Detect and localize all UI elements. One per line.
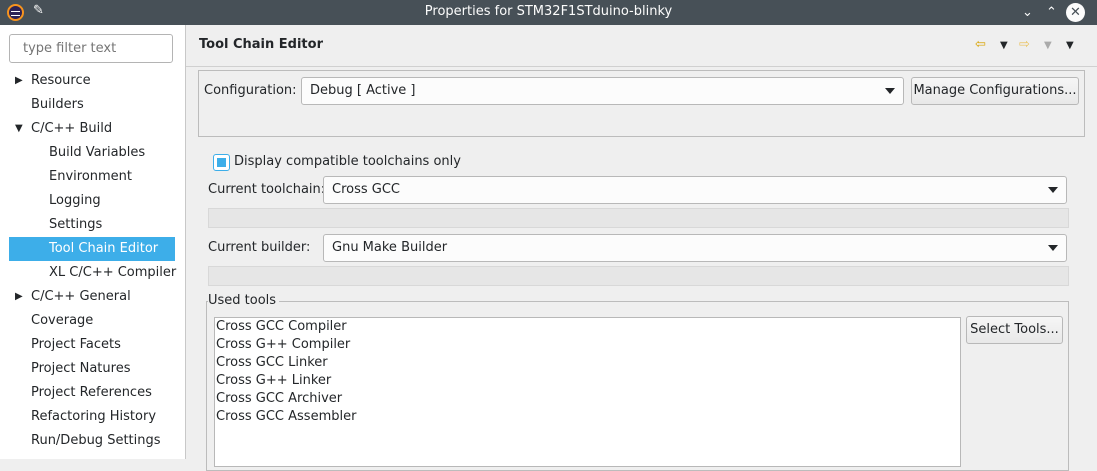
close-button[interactable]: ✕	[1066, 3, 1085, 22]
tree-item-logging[interactable]: Logging	[0, 189, 185, 213]
maximize-button[interactable]: ⌃	[1042, 3, 1061, 22]
expand-arrow-icon[interactable]: ▶	[15, 69, 23, 93]
tree-item-environment[interactable]: Environment	[0, 165, 185, 189]
tree-item-label: Run/Debug Settings	[31, 433, 161, 448]
tree-item-resource[interactable]: ▶ Resource	[0, 69, 185, 93]
current-builder-value: Gnu Make Builder	[332, 240, 448, 255]
list-item[interactable]: Cross GCC Compiler	[215, 318, 960, 336]
title-bar: ✎ Properties for STM32F1STduino-blinky ⌄…	[0, 0, 1097, 25]
toolchain-message-bar	[208, 208, 1069, 228]
tree-item-project-references[interactable]: Project References	[0, 381, 185, 405]
current-toolchain-value: Cross GCC	[332, 182, 400, 197]
tree-item-build-variables[interactable]: Build Variables	[0, 141, 185, 165]
tree-item-run-debug-settings[interactable]: Run/Debug Settings	[0, 429, 185, 453]
list-item[interactable]: Cross G++ Compiler	[215, 336, 960, 354]
tree-item-label: XL C/C++ Compiler	[49, 265, 177, 280]
tree-item-label: Tool Chain Editor	[49, 241, 159, 256]
page-title: Tool Chain Editor	[199, 37, 323, 52]
tree-item-builders[interactable]: Builders	[0, 93, 185, 117]
property-tree: ▶ Resource Builders ▼ C/C++ Build Build …	[0, 69, 185, 453]
tree-item-label: Build Variables	[49, 145, 146, 160]
tree-item-label: Environment	[49, 169, 133, 184]
property-page-navigator: ▶ Resource Builders ▼ C/C++ Build Build …	[0, 25, 186, 459]
compatible-toolchains-label[interactable]: Display compatible toolchains only	[234, 154, 461, 169]
page-header: Tool Chain Editor ⇦ ▼ ⇨ ▼ ▼	[186, 25, 1097, 67]
tree-item-label: Project Facets	[31, 337, 121, 352]
current-toolchain-label: Current toolchain:	[208, 182, 326, 197]
builder-message-bar	[208, 266, 1069, 286]
tree-item-cpp-general[interactable]: ▶ C/C++ General	[0, 285, 185, 309]
used-tools-legend: Used tools	[208, 293, 280, 308]
chevron-down-icon	[1048, 187, 1058, 193]
tree-item-label: Project Natures	[31, 361, 131, 376]
list-item[interactable]: Cross GCC Linker	[215, 354, 960, 372]
tree-item-project-facets[interactable]: Project Facets	[0, 333, 185, 357]
expand-arrow-icon[interactable]: ▶	[15, 285, 23, 309]
tree-item-label: Logging	[49, 193, 101, 208]
configuration-value: Debug [ Active ]	[310, 83, 416, 98]
list-item[interactable]: Cross G++ Linker	[215, 372, 960, 390]
tree-item-label: C/C++ General	[31, 289, 131, 304]
tree-item-cpp-build[interactable]: ▼ C/C++ Build	[0, 117, 185, 141]
compatible-toolchains-checkbox[interactable]	[213, 154, 230, 171]
select-tools-button[interactable]: Select Tools...	[966, 316, 1063, 344]
forward-arrow-icon[interactable]: ⇨	[1019, 37, 1030, 52]
tree-item-xl-compiler[interactable]: XL C/C++ Compiler	[0, 261, 185, 285]
current-builder-label: Current builder:	[208, 240, 311, 255]
tree-item-label: Resource	[31, 73, 91, 88]
tree-item-project-natures[interactable]: Project Natures	[0, 357, 185, 381]
configuration-label: Configuration:	[204, 83, 297, 98]
forward-history-dropdown-icon[interactable]: ▼	[1044, 40, 1052, 51]
filter-input[interactable]	[9, 34, 173, 63]
chevron-down-icon	[885, 88, 895, 94]
tree-item-label: C/C++ Build	[31, 121, 113, 136]
configuration-select[interactable]: Debug [ Active ]	[301, 77, 904, 105]
current-toolchain-select[interactable]: Cross GCC	[323, 176, 1067, 204]
tree-item-label: Builders	[31, 97, 84, 112]
tree-item-coverage[interactable]: Coverage	[0, 309, 185, 333]
window-title: Properties for STM32F1STduino-blinky	[424, 4, 673, 19]
back-history-dropdown-icon[interactable]: ▼	[1000, 40, 1008, 51]
collapse-arrow-icon[interactable]: ▼	[15, 117, 23, 141]
back-arrow-icon[interactable]: ⇦	[975, 37, 986, 52]
tree-item-refactoring-history[interactable]: Refactoring History	[0, 405, 185, 429]
tree-item-tool-chain-editor[interactable]: Tool Chain Editor	[9, 237, 175, 261]
used-tools-list[interactable]: Cross GCC Compiler Cross G++ Compiler Cr…	[214, 317, 961, 467]
current-builder-select[interactable]: Gnu Make Builder	[323, 234, 1067, 262]
view-menu-icon[interactable]: ▼	[1066, 40, 1074, 51]
tree-item-label: Refactoring History	[31, 409, 157, 424]
tree-item-settings[interactable]: Settings	[0, 213, 185, 237]
tree-item-label: Project References	[31, 385, 152, 400]
tree-item-label: Settings	[49, 217, 103, 232]
manage-configurations-button[interactable]: Manage Configurations...	[911, 77, 1079, 105]
chevron-down-icon	[1048, 245, 1058, 251]
tree-item-label: Coverage	[31, 313, 94, 328]
minimize-button[interactable]: ⌄	[1018, 3, 1037, 22]
list-item[interactable]: Cross GCC Archiver	[215, 390, 960, 408]
list-item[interactable]: Cross GCC Assembler	[215, 408, 960, 426]
